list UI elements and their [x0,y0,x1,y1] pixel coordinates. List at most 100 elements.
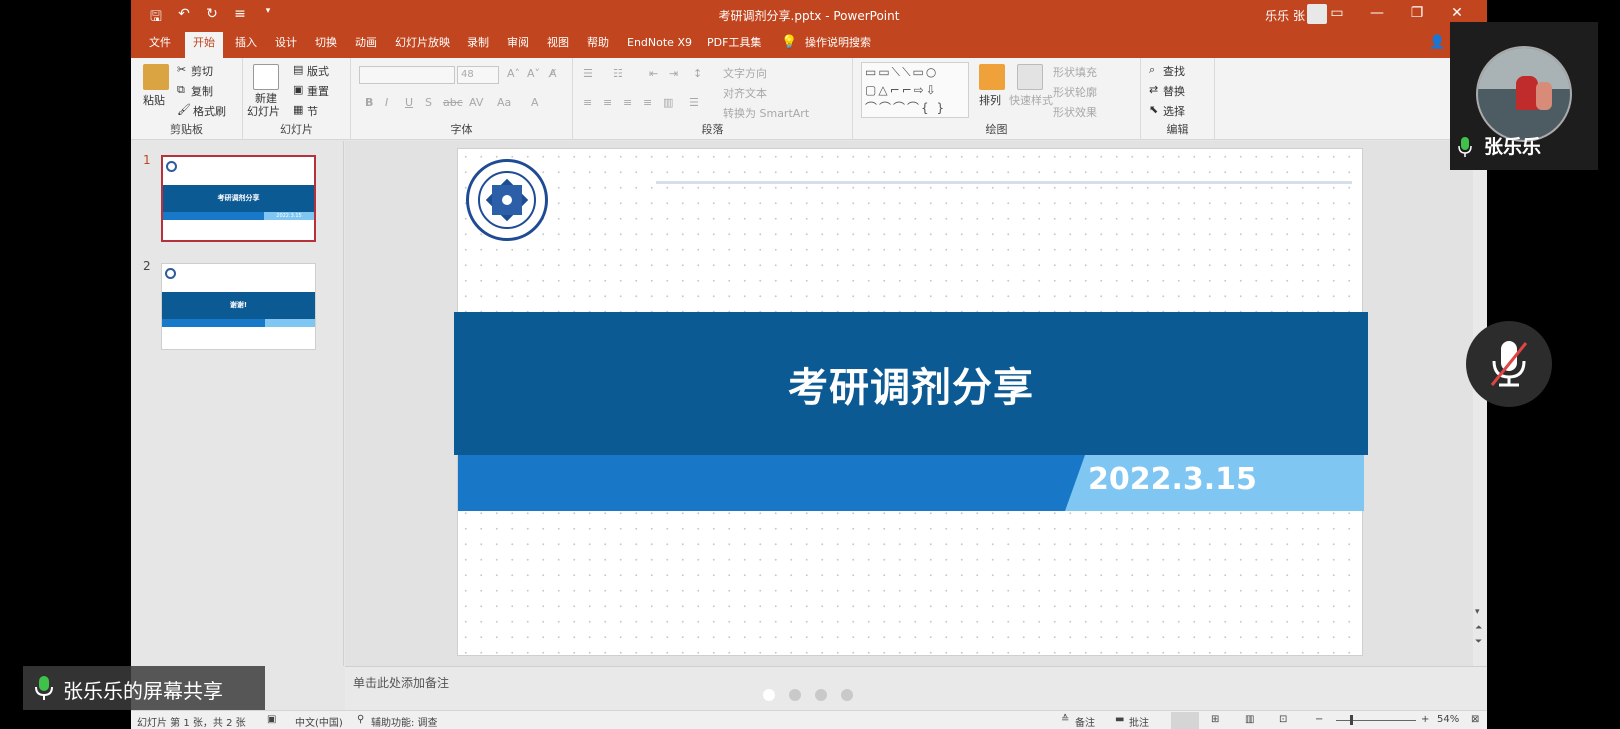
scroll-down-icon[interactable]: ▾ [1475,607,1480,617]
bold-icon[interactable]: B [365,96,373,109]
find-icon[interactable]: ⌕ [1149,63,1155,77]
columns-icon[interactable]: ▥ [663,96,673,109]
format-painter-icon[interactable]: 🖌 [177,103,191,116]
tab-animations[interactable]: 动画 [351,35,381,56]
tab-insert[interactable]: 插入 [231,35,261,56]
comments-button[interactable]: 批注 [1129,714,1149,729]
close-icon[interactable]: ✕ [1437,5,1477,21]
arrange-icon[interactable] [979,64,1005,90]
tab-home[interactable]: 开始 [185,32,223,58]
zoom-slider-knob[interactable] [1350,715,1353,725]
tab-transitions[interactable]: 切换 [311,35,341,56]
cut-button[interactable]: 剪切 [191,63,213,79]
section-icon[interactable]: ▦ [293,103,303,116]
page-dot[interactable] [789,689,801,701]
copy-icon[interactable]: ⧉ [177,83,185,97]
quick-styles-button[interactable]: 快速样式 [1009,92,1053,108]
language-status[interactable]: 中文(中国) [295,714,343,729]
reading-view-icon[interactable]: ▥ [1245,714,1254,725]
justify-icon[interactable]: ≡ [643,96,652,109]
zoom-in-icon[interactable]: + [1421,714,1429,725]
page-dot[interactable] [763,689,775,701]
ribbon-display-icon[interactable]: ▭ [1317,5,1357,21]
reset-icon[interactable]: ▣ [293,83,303,96]
select-icon[interactable]: ⬉ [1149,103,1158,116]
shrink-font-icon[interactable]: A˅ [527,67,540,80]
university-logo[interactable] [466,159,548,241]
tab-file[interactable]: 文件 [145,35,175,56]
slide-title[interactable]: 考研调剂分享 [454,355,1368,413]
section-button[interactable]: 节 [307,103,318,119]
arrange-button[interactable]: 排列 [979,92,1001,108]
accessibility-status[interactable]: 辅助功能: 调查 [371,714,438,729]
slide-thumbnail-1[interactable]: 考研调剂分享 2022.3.15 [161,155,316,242]
slideshow-icon[interactable]: ⊡ [1279,714,1287,725]
tab-view[interactable]: 视图 [543,35,573,56]
bullets-icon[interactable]: ☰ [583,67,593,80]
layout-button[interactable]: 版式 [307,63,329,79]
tab-endnote[interactable]: EndNote X9 [623,35,696,56]
tell-me-search[interactable]: 操作说明搜索 [801,35,875,56]
tab-record[interactable]: 录制 [463,35,493,56]
zoom-level[interactable]: 54% [1437,714,1459,725]
paste-icon[interactable] [143,64,169,90]
page-dot[interactable] [841,689,853,701]
increase-indent-icon[interactable]: ⇥ [669,67,678,80]
shape-effects-button[interactable]: 形状效果 [1053,104,1097,120]
replace-button[interactable]: 替换 [1163,83,1185,99]
notes-button[interactable]: 备注 [1075,714,1095,729]
text-direction-button[interactable]: 文字方向 [723,65,767,81]
change-case-icon[interactable]: Aa [497,96,511,109]
next-slide-icon[interactable]: ⏷ [1475,637,1482,647]
align-right-icon[interactable]: ≡ [623,96,632,109]
restore-icon[interactable]: ❐ [1397,5,1437,21]
slide-date[interactable]: 2022.3.15 [1088,462,1257,497]
tab-help[interactable]: 帮助 [583,35,613,56]
strikethrough-icon[interactable]: abc [443,96,463,109]
slide-thumbnail-2[interactable]: 谢谢! [161,263,316,350]
select-button[interactable]: 选择 [1163,103,1185,119]
decrease-indent-icon[interactable]: ⇤ [649,67,658,80]
minimize-icon[interactable]: — [1357,5,1397,21]
tab-pdf-tools[interactable]: PDF工具集 [703,35,765,56]
reset-button[interactable]: 重置 [307,83,329,99]
zoom-slider[interactable] [1336,720,1416,721]
font-color-icon[interactable]: A [531,96,539,109]
distribute-icon[interactable]: ☰ [689,96,699,109]
slide-sorter-icon[interactable]: ⊞ [1211,714,1219,725]
numbering-icon[interactable]: ☷ [613,67,623,80]
shape-fill-button[interactable]: 形状填充 [1053,64,1097,80]
copy-button[interactable]: 复制 [191,83,213,99]
shapes-gallery[interactable]: ▭▭⟍⟍▭○ ▢△⌐⌐⇨⇩ ⌒⌒⌒⌒{ } [861,62,969,118]
page-dot[interactable] [815,689,827,701]
notes-placeholder[interactable]: 单击此处添加备注 [353,674,449,691]
new-slide-icon[interactable] [253,64,279,90]
quick-styles-icon[interactable] [1017,64,1043,90]
spellcheck-icon[interactable]: ▣ [267,714,276,725]
shadow-icon[interactable]: S [425,96,432,109]
layout-icon[interactable]: ▤ [293,63,303,76]
notes-icon[interactable]: ≙ [1061,714,1069,725]
smartart-button[interactable]: 转换为 SmartArt [723,105,809,121]
share-icon[interactable]: 👤 [1429,35,1445,50]
prev-slide-icon[interactable]: ⏶ [1475,623,1482,633]
underline-icon[interactable]: U [405,96,413,109]
italic-icon[interactable]: I [385,96,388,109]
char-spacing-icon[interactable]: AV [469,96,483,109]
zoom-out-icon[interactable]: − [1315,714,1323,725]
fit-to-window-icon[interactable]: ⊠ [1471,714,1479,725]
replace-icon[interactable]: ⇄ [1149,83,1158,96]
find-button[interactable]: 查找 [1163,63,1185,79]
cut-icon[interactable]: ✂ [177,63,186,76]
font-size-input[interactable]: 48 [457,66,499,84]
notes-pane[interactable]: 单击此处添加备注 [345,666,1487,710]
tab-design[interactable]: 设计 [271,35,301,56]
line-spacing-icon[interactable]: ↕ [693,67,702,80]
account-name[interactable]: 乐乐 张 [1265,7,1305,24]
font-name-input[interactable] [359,66,455,84]
shape-outline-button[interactable]: 形状轮廓 [1053,84,1097,100]
participant-video-tile[interactable]: 张乐乐 [1450,22,1598,170]
normal-view-button[interactable] [1171,712,1199,729]
paste-button[interactable]: 粘贴 [143,92,165,108]
align-left-icon[interactable]: ≡ [583,96,592,109]
